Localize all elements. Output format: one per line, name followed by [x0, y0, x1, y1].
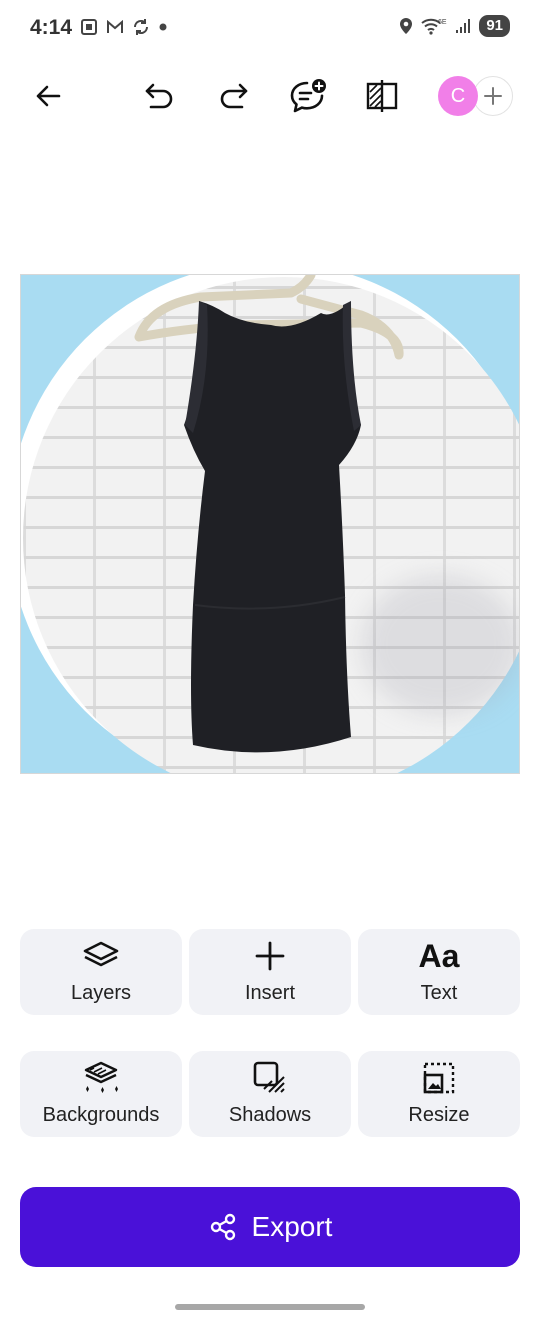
design-canvas[interactable]: [20, 274, 520, 774]
backgrounds-label: Backgrounds: [42, 1103, 160, 1126]
add-comment-button[interactable]: [286, 74, 330, 118]
shadows-label: Shadows: [228, 1103, 312, 1126]
layers-icon: [83, 941, 119, 966]
status-bar: 4:14 6E 91: [0, 0, 540, 58]
export-button[interactable]: Export: [20, 1187, 520, 1267]
avatar[interactable]: C: [438, 76, 478, 116]
action-grid: Layers Insert Aa Text Backgrounds Shadow…: [20, 929, 520, 1137]
back-button[interactable]: [26, 74, 70, 118]
text-button[interactable]: Aa Text: [358, 929, 520, 1015]
redo-icon: [220, 83, 248, 109]
sync-icon: [133, 19, 149, 35]
signal-icon: [456, 19, 471, 33]
editor-toolbar: C: [0, 68, 540, 124]
redo-button[interactable]: [211, 74, 255, 118]
share-icon: [210, 1213, 235, 1241]
layers-label: Layers: [70, 981, 132, 1004]
plus-icon: [255, 941, 285, 970]
comment-add-icon: [290, 79, 326, 113]
wifi-badge: 6E: [438, 19, 447, 26]
undo-icon: [145, 83, 173, 109]
insert-button[interactable]: Insert: [189, 929, 351, 1015]
export-label: Export: [251, 1211, 333, 1242]
text-aa-icon: Aa: [419, 940, 460, 972]
undo-button[interactable]: [138, 74, 182, 118]
compare-button[interactable]: [360, 74, 404, 118]
plus-icon: [484, 87, 502, 105]
battery-level: 91: [479, 15, 510, 37]
dot-icon: [159, 23, 167, 31]
wifi-6e-icon: 6E: [421, 18, 447, 35]
tank-top-photo[interactable]: [21, 275, 520, 774]
arrow-left-icon: [36, 85, 61, 107]
layers-button[interactable]: Layers: [20, 929, 182, 1015]
location-icon: [400, 18, 413, 34]
resize-button[interactable]: Resize: [358, 1051, 520, 1137]
shadows-icon: [253, 1061, 285, 1093]
home-indicator[interactable]: [175, 1304, 365, 1310]
compare-icon: [366, 80, 398, 112]
gmail-icon: [107, 20, 123, 33]
system-icons: 6E 91: [399, 15, 510, 37]
insert-label: Insert: [244, 981, 296, 1004]
backgrounds-icon: [84, 1061, 118, 1093]
text-label: Text: [420, 981, 458, 1004]
status-time: 4:14: [30, 16, 73, 39]
text-aa-glyph: Aa: [418, 937, 460, 974]
backgrounds-button[interactable]: Backgrounds: [20, 1051, 182, 1137]
resize-label: Resize: [408, 1103, 470, 1126]
screenshot-icon: [81, 19, 97, 35]
notification-icons: [80, 18, 167, 36]
shadows-button[interactable]: Shadows: [189, 1051, 351, 1137]
resize-icon: [423, 1062, 455, 1093]
add-collaborator-button[interactable]: [473, 76, 513, 116]
